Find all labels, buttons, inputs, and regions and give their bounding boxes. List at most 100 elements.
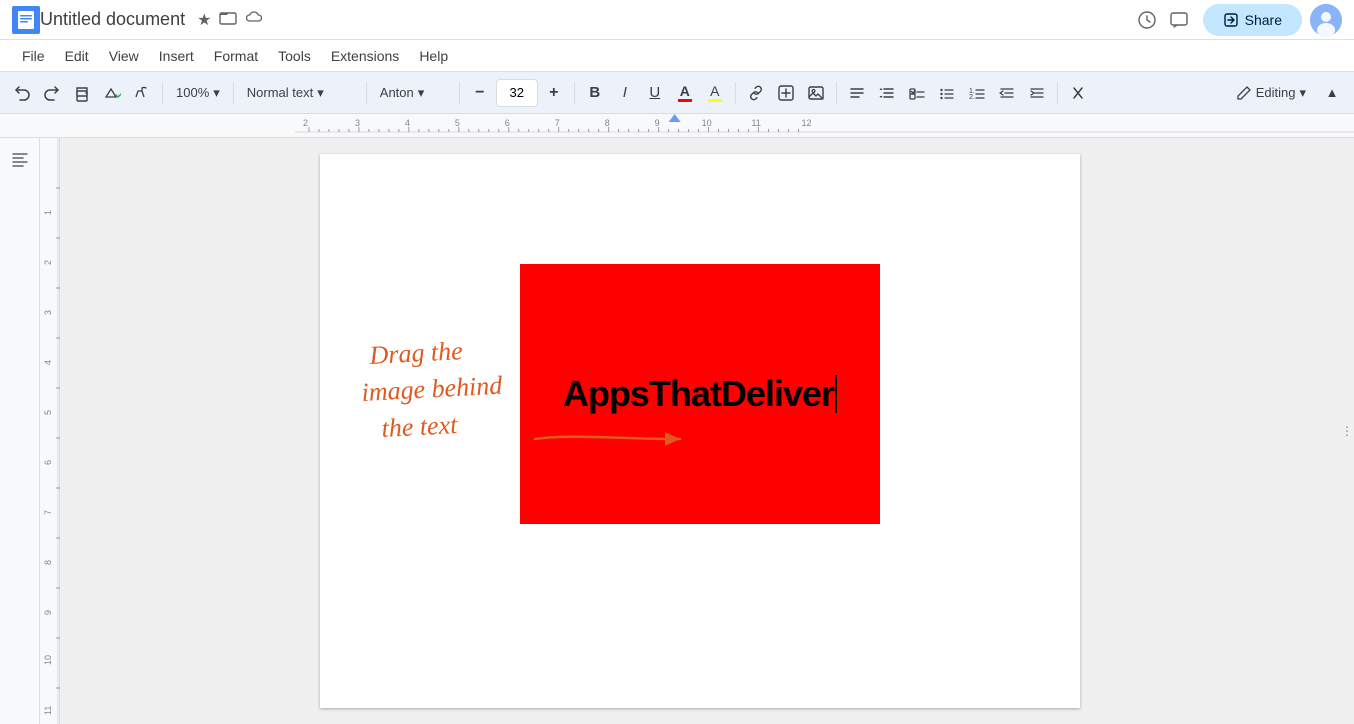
svg-text:2.: 2. [969, 94, 975, 101]
bold-button[interactable]: B [581, 78, 609, 108]
svg-text:7: 7 [555, 118, 560, 128]
line-spacing-button[interactable] [873, 78, 901, 108]
star-icon[interactable]: ★ [197, 10, 211, 30]
editing-label: Editing [1256, 85, 1296, 100]
clear-formatting-button[interactable] [1064, 78, 1092, 108]
toolbar-sep-8 [1057, 82, 1058, 104]
text-cursor [835, 375, 837, 413]
menu-view[interactable]: View [99, 44, 149, 68]
menu-extensions[interactable]: Extensions [321, 44, 409, 68]
text-color-button[interactable]: A [671, 78, 699, 108]
ruler-content: 2 3 4 5 6 [295, 114, 1354, 138]
spellcheck-button[interactable] [98, 78, 126, 108]
zoom-value: 100% [176, 85, 209, 100]
document-title[interactable]: Untitled document [40, 9, 185, 30]
svg-text:9: 9 [655, 118, 660, 128]
vertical-ruler: 1 2 3 4 5 6 7 8 9 10 11 [40, 138, 60, 724]
svg-text:9: 9 [43, 610, 53, 615]
svg-text:3: 3 [43, 310, 53, 315]
collapse-icon: ▲ [1326, 85, 1339, 100]
cloud-icon [245, 8, 263, 31]
docs-icon [12, 6, 40, 34]
svg-text:10: 10 [43, 655, 53, 665]
ruler: 2 3 4 5 6 [0, 114, 1354, 138]
svg-text:11: 11 [43, 706, 53, 715]
font-size-decrease-button[interactable]: − [466, 78, 494, 108]
history-button[interactable] [1131, 4, 1163, 36]
svg-text:10: 10 [702, 118, 712, 128]
svg-text:1: 1 [43, 210, 53, 215]
indent-more-button[interactable] [1023, 78, 1051, 108]
redo-button[interactable] [38, 78, 66, 108]
svg-text:the text: the text [381, 410, 459, 443]
paint-format-button[interactable] [128, 78, 156, 108]
right-resize-handle[interactable]: ⋮ [1340, 138, 1354, 724]
indent-less-button[interactable] [993, 78, 1021, 108]
user-avatar[interactable] [1310, 4, 1342, 36]
editing-mode-button[interactable]: Editing ▾ [1226, 81, 1316, 105]
folder-icon [219, 8, 237, 31]
underline-button[interactable]: U [641, 78, 669, 108]
svg-text:11: 11 [752, 118, 761, 128]
main-area: 1 2 3 4 5 6 7 8 9 10 11 [0, 138, 1354, 724]
toolbar-sep-3 [366, 82, 367, 104]
numbered-list-button[interactable]: 1.2. [963, 78, 991, 108]
handle-icon: ⋮ [1341, 424, 1353, 438]
paragraph-style-selector[interactable]: Normal text ▾ [240, 78, 360, 108]
toolbar-sep-5 [574, 82, 575, 104]
toolbar-sep-2 [233, 82, 234, 104]
menu-insert[interactable]: Insert [149, 44, 204, 68]
svg-text:12: 12 [802, 118, 812, 128]
svg-text:4: 4 [43, 360, 53, 365]
font-size-increase-button[interactable]: + [540, 78, 568, 108]
editing-chevron: ▾ [1299, 85, 1306, 101]
font-value: Anton [380, 85, 414, 100]
toolbar-sep-1 [162, 82, 163, 104]
svg-text:Drag the: Drag the [368, 336, 464, 370]
svg-text:5: 5 [455, 118, 460, 128]
font-selector[interactable]: Anton ▾ [373, 78, 453, 108]
menu-format[interactable]: Format [204, 44, 268, 68]
align-button[interactable] [843, 78, 871, 108]
svg-text:6: 6 [505, 118, 510, 128]
left-sidebar [0, 138, 40, 724]
zoom-chevron: ▾ [213, 85, 220, 101]
image-button[interactable] [802, 78, 830, 108]
link-button[interactable] [742, 78, 770, 108]
svg-text:2: 2 [303, 118, 308, 128]
toolbar-sep-4 [459, 82, 460, 104]
svg-text:6: 6 [43, 460, 53, 465]
svg-text:4: 4 [405, 118, 410, 128]
checklist-button[interactable] [903, 78, 931, 108]
svg-text:3: 3 [355, 118, 360, 128]
svg-text:8: 8 [605, 118, 610, 128]
print-button[interactable] [68, 78, 96, 108]
svg-text:image behind: image behind [361, 371, 504, 407]
undo-button[interactable] [8, 78, 36, 108]
svg-text:8: 8 [43, 560, 53, 565]
paragraph-style-value: Normal text [247, 85, 313, 100]
share-button[interactable]: Share [1203, 4, 1302, 36]
svg-text:7: 7 [43, 510, 53, 515]
menu-bar: File Edit View Insert Format Tools Exten… [0, 40, 1354, 72]
annotation-svg: Drag the image behind the text [340, 309, 830, 609]
title-bar: Untitled document ★ Share [0, 0, 1354, 40]
para-chevron: ▾ [317, 85, 324, 101]
insert-link-button[interactable] [772, 78, 800, 108]
highlight-color-button[interactable]: A [701, 78, 729, 108]
menu-tools[interactable]: Tools [268, 44, 321, 68]
outline-icon[interactable] [10, 150, 30, 175]
comment-button[interactable] [1163, 4, 1195, 36]
toolbar: 100% ▾ Normal text ▾ Anton ▾ − 32 + B I … [0, 72, 1354, 114]
font-size-input[interactable]: 32 [496, 79, 538, 107]
menu-help[interactable]: Help [409, 44, 458, 68]
menu-file[interactable]: File [12, 44, 55, 68]
font-chevron: ▾ [418, 85, 425, 101]
collapse-toolbar-button[interactable]: ▲ [1318, 78, 1346, 108]
bullet-list-button[interactable] [933, 78, 961, 108]
toolbar-sep-6 [735, 82, 736, 104]
menu-edit[interactable]: Edit [55, 44, 99, 68]
zoom-selector[interactable]: 100% ▾ [169, 78, 227, 108]
document-area[interactable]: AppsThatDeliver Drag the image behind th… [60, 138, 1340, 724]
italic-button[interactable]: I [611, 78, 639, 108]
